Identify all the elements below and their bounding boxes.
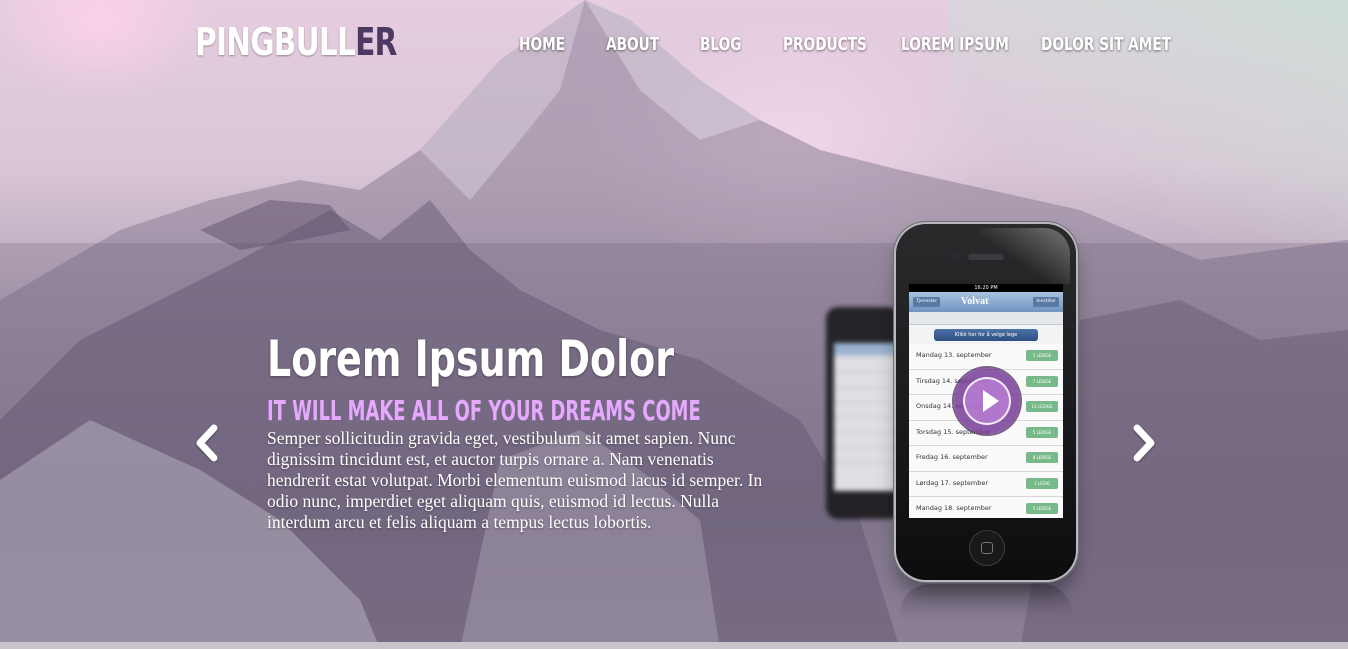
availability-badge: 8 LEDIGE — [1026, 452, 1058, 463]
phone-app-bar: Tjenester Volvat Innstiller — [909, 292, 1063, 312]
phone-brand: Volvat — [961, 296, 989, 307]
home-button-icon — [969, 530, 1005, 566]
phone-select-button: Klikk her for å velge lege — [934, 329, 1038, 341]
phone-steps-bar — [909, 312, 1063, 325]
list-item: Mandag 13. september 5 LEDIGE — [909, 344, 1063, 370]
nav-lorem-ipsum[interactable]: LOREM IPSUM — [901, 34, 1009, 55]
availability-badge: 1 LEDIG — [1026, 477, 1058, 489]
slide-description: Semper sollicitudin gravida eget, vestib… — [267, 428, 763, 532]
availability-badge: 5 LEDIGE — [1026, 503, 1058, 514]
list-item: Mandag 18. september 5 LEDIGE — [909, 497, 1063, 518]
phone-back-button: Tjenester — [913, 297, 941, 307]
slide-subtitle: IT WILL MAKE ALL OF YOUR DREAMS COME — [267, 394, 701, 427]
nav-dolor-sit-amet[interactable]: DOLOR SIT AMET — [1041, 34, 1171, 55]
availability-badge: 7 LEDIGE — [1026, 375, 1058, 387]
availability-badge: 5 LEDIGE — [1026, 350, 1058, 361]
slide-title: Lorem Ipsum Dolor — [267, 330, 675, 388]
availability-badge: 5 LEDIGE — [1026, 426, 1058, 438]
blurred-phone-image — [826, 307, 900, 519]
nav-home[interactable]: HOME — [519, 34, 565, 55]
list-item: Fredag 16. september 8 LEDIGE — [909, 446, 1063, 472]
availability-badge: 13 LEDIGE — [1026, 401, 1058, 412]
list-item-date: Mandag 13. september — [916, 351, 992, 359]
list-item-date: Fredag 16. september — [916, 453, 988, 461]
camera-icon — [953, 253, 961, 261]
list-item-date: Lørdag 17. september — [916, 478, 989, 487]
phone-settings-button: Innstiller — [1033, 297, 1059, 307]
bottom-divider — [0, 642, 1348, 649]
chevron-right-icon[interactable] — [1129, 424, 1159, 462]
slide-caption: Lorem Ipsum Dolor IT WILL MAKE ALL OF YO… — [267, 330, 777, 533]
site-logo[interactable]: PINGBULLER — [195, 20, 397, 64]
logo-accent-text: ER — [355, 20, 397, 64]
phone-status-bar: 16:20 PM — [909, 284, 1063, 292]
nav-blog[interactable]: BLOG — [700, 34, 742, 55]
phone-reflection — [900, 584, 1072, 620]
chevron-left-icon[interactable] — [192, 424, 222, 462]
logo-main-text: PINGBULL — [195, 20, 356, 64]
screen-glare — [980, 228, 1070, 284]
list-item-date: Mandag 18. september — [916, 504, 992, 512]
nav-products[interactable]: PRODUCTS — [783, 34, 867, 55]
nav-about[interactable]: ABOUT — [606, 34, 659, 55]
list-item: Lørdag 17. september 1 LEDIG — [909, 471, 1063, 497]
play-icon[interactable] — [954, 368, 1020, 434]
